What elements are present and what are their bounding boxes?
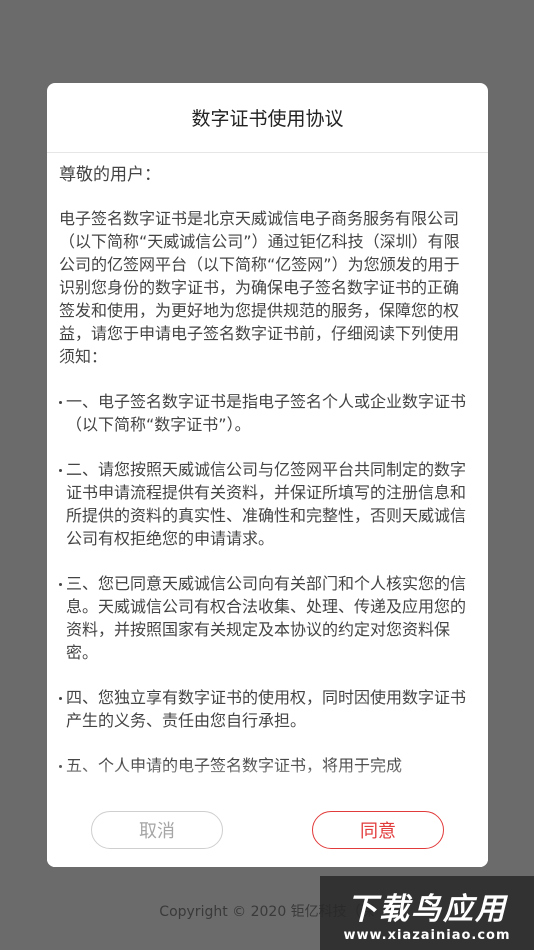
dialog-button-bar: 取消 同意 bbox=[47, 793, 488, 867]
agreement-dialog: 数字证书使用协议 尊敬的用户： 电子签名数字证书是北京天威诚信电子商务服务有限公… bbox=[47, 83, 488, 867]
intro-paragraph: 电子签名数字证书是北京天威诚信电子商务服务有限公司（以下简称“天威诚信公司”）通… bbox=[59, 209, 460, 366]
watermark-text: 下载鸟应用 bbox=[347, 891, 507, 927]
cancel-button[interactable]: 取消 bbox=[91, 811, 223, 849]
watermark-url: www.xiazainiao.com bbox=[343, 927, 511, 943]
greeting: 尊敬的用户： bbox=[59, 165, 161, 185]
clause-5: 五、个人申请的电子签名数字证书，将用于完成 bbox=[59, 754, 474, 777]
agree-button[interactable]: 同意 bbox=[312, 811, 444, 849]
clause-4: 四、您独立享有数字证书的使用权，同时因使用数字证书产生的义务、责任由您自行承担。 bbox=[59, 686, 474, 732]
watermark-logo: 下载鸟应用 www.xiazainiao.com bbox=[320, 876, 534, 950]
clause-3: 三、您已同意天威诚信公司向有关部门和个人核实您的信息。天威诚信公司有权合法收集、… bbox=[59, 572, 474, 664]
dialog-title: 数字证书使用协议 bbox=[47, 83, 488, 153]
clause-2: 二、请您按照天威诚信公司与亿签网平台共同制定的数字证书申请流程提供有关资料，并保… bbox=[59, 458, 474, 550]
screen: Copyright © 2020 钜亿科技（深 数字证书使用协议 尊敬的用户： … bbox=[0, 0, 534, 950]
agreement-scroll-area[interactable]: 尊敬的用户： 电子签名数字证书是北京天威诚信电子商务服务有限公司（以下简称“天威… bbox=[47, 153, 488, 861]
clause-1: 一、电子签名数字证书是指电子签名个人或企业数字证书（以下简称“数字证书”）。 bbox=[59, 390, 474, 436]
